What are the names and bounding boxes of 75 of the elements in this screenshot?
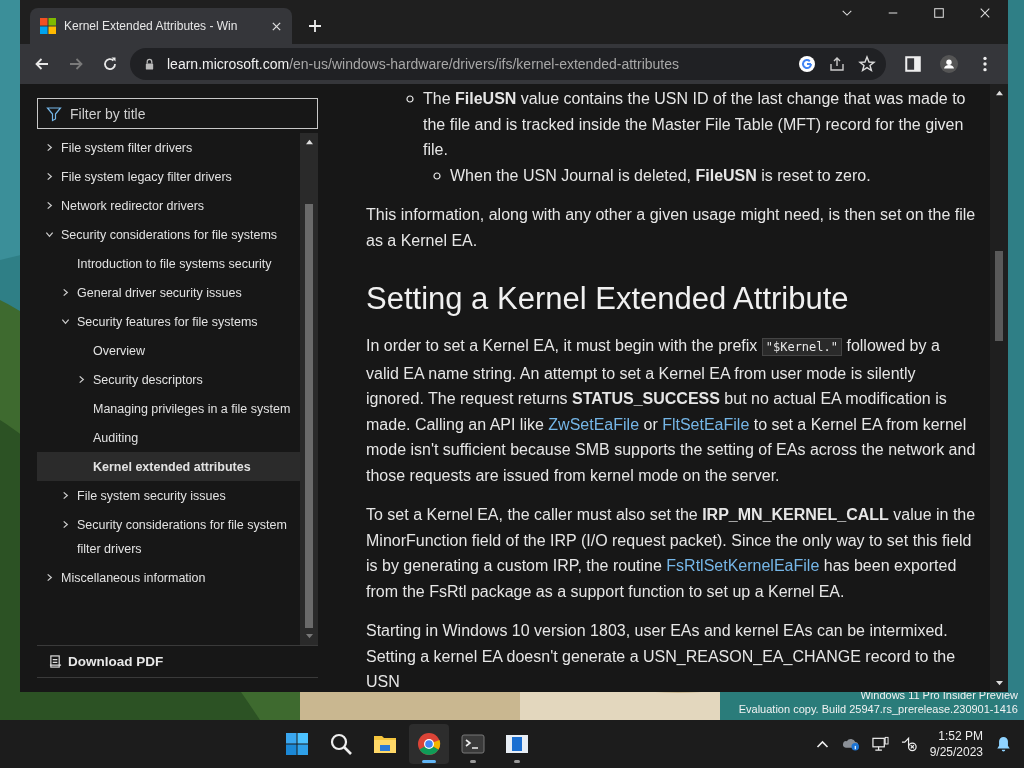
cloud-icon[interactable] <box>842 736 860 752</box>
list-item-text: The FileUSN value contains the USN ID of the last change that was made to the file and is tracked inside the Master File Table (MFT) record for the given file. <box>423 89 967 160</box>
chevron-icon <box>61 520 70 529</box>
download-pdf-link[interactable]: Download PDF <box>37 646 318 678</box>
share-icon[interactable] <box>828 55 846 73</box>
nav-item[interactable]: Network redirector drivers <box>37 191 300 220</box>
nav-item[interactable]: Overview <box>37 336 300 365</box>
network-icon[interactable] <box>871 736 889 752</box>
taskbar-app[interactable] <box>408 724 449 764</box>
chevron-icon <box>45 143 54 152</box>
link[interactable]: FltSetEaFile <box>662 415 750 433</box>
scroll-down-icon[interactable] <box>994 680 1004 687</box>
chevron-icon <box>61 317 70 326</box>
star-icon[interactable] <box>858 55 876 73</box>
paragraph: This information, along with any other a given usage might need, is then set on the file as a Kernel EA. <box>366 205 976 251</box>
document-icon <box>504 732 529 756</box>
list-item-text: When the USN Journal is deleted, FileUSN is reset to zero. <box>450 165 871 186</box>
filter-field[interactable]: Filter by title <box>37 98 318 129</box>
windows-logo-icon <box>40 18 56 34</box>
new-tab-icon[interactable] <box>308 19 322 33</box>
filter-icon <box>46 106 62 122</box>
close-icon[interactable] <box>979 7 991 19</box>
link[interactable]: ZwSetEaFile <box>548 415 640 433</box>
inline-code: "$Kernel." <box>761 338 842 356</box>
nav-item[interactable]: Introduction to file systems security <box>37 249 300 278</box>
time-text: 1:52 PM <box>938 728 983 744</box>
chevron-icon <box>45 573 54 582</box>
nav-item[interactable]: Miscellaneous information <box>37 563 300 592</box>
document-icon <box>49 655 62 668</box>
chevron-icon <box>61 288 70 297</box>
scroll-thumb[interactable] <box>305 204 313 628</box>
address-bar[interactable]: learn.microsoft.com/en-us/windows-hardware/drivers/ifs/kernel-extended-attributes <box>130 48 886 80</box>
chevron-icon <box>45 201 54 210</box>
url-text: learn.microsoft.com/en-us/windows-hardware/drivers/ifs/kernel-extended-attributes <box>167 56 679 72</box>
scroll-up-icon[interactable] <box>304 138 314 145</box>
chrome-icon <box>416 732 441 756</box>
bell-icon[interactable] <box>995 736 1012 752</box>
link[interactable]: FsRtlSetKernelEaFile <box>666 557 820 574</box>
chevron-icon <box>77 375 86 384</box>
scrollbar[interactable] <box>300 133 318 645</box>
google-icon[interactable] <box>798 55 816 73</box>
scroll-up-icon[interactable] <box>994 89 1004 96</box>
watermark-text: Evaluation copy. Build 25947.rs_prerelease.230901-1416 <box>738 702 1018 716</box>
paragraph: In order to set a Kernel EA, it must begin with the prefix "$Kernel." followed by a valid EA name string. An attempt to set a Kernel EA from user mode is silently ignored. The request returns STATUS_SUCCESS but no actual EA modification is made. Calling an API like ZwSetEaFile or FltSetEaFile to set a Kernel EA from kernel mode isn't sufficient because SMB supports the setting of EAs across the network and those requests are issued from kernel mode on the server. <box>366 336 976 486</box>
scrollbar[interactable] <box>990 84 1008 692</box>
speaker-muted-icon[interactable] <box>900 736 918 752</box>
paragraph: Starting in Windows 10 version 1803, user EAs and kernel EAs can be intermixed. Setting a kernel EA doesn't generate a USN_REASON_EA_CHANGE record to the USN <box>366 621 957 692</box>
lock-icon <box>144 57 155 71</box>
paragraph: To set a Kernel EA, the caller must also set the IRP_MN_KERNEL_CALL value in the MinorFunction field of the IRP (I/O request packet). Since the only way to set this field is by generating a custom IRP, the routine FsRtlSetKernelEaFile has been exported from the FsRtl package as a support function to set up a Kernel EA. <box>366 505 976 602</box>
nav-item[interactable]: Security considerations for file systems <box>37 220 300 249</box>
chevron-icon <box>45 230 54 239</box>
scroll-thumb[interactable] <box>995 251 1003 341</box>
nav-item[interactable]: Security descriptors <box>37 365 300 394</box>
nav-item[interactable]: Auditing <box>37 423 300 452</box>
section-heading: Setting a Kernel Extended Attribute <box>366 280 850 318</box>
nav-item[interactable]: General driver security issues <box>37 278 300 307</box>
nav-item[interactable]: Kernel extended attributes <box>37 452 300 481</box>
windows-logo-icon <box>284 732 309 756</box>
search-icon <box>328 732 353 756</box>
terminal-icon <box>460 732 485 756</box>
nav-item[interactable]: File system filter drivers <box>37 133 300 162</box>
clock[interactable]: 1:52 PM 9/25/2023 <box>929 728 983 760</box>
nav-item[interactable]: File system security issues <box>37 481 300 510</box>
bullet-icon <box>433 171 441 180</box>
chevron-icon <box>61 491 70 500</box>
browser-tab[interactable]: Kernel Extended Attributes - Win <box>30 8 292 44</box>
chevron-icon <box>45 172 54 181</box>
nav-item[interactable]: Security features for file systems <box>37 307 300 336</box>
maximize-icon[interactable] <box>933 7 945 19</box>
date-text: 9/25/2023 <box>929 744 983 760</box>
bullet-icon <box>406 95 414 103</box>
nav-item[interactable]: File system legacy filter drivers <box>37 162 300 191</box>
nav-item[interactable]: Managing privileges in a file system <box>37 394 300 423</box>
nav-item[interactable]: Security considerations for file system filter drivers <box>37 510 300 563</box>
close-icon[interactable] <box>271 20 282 32</box>
